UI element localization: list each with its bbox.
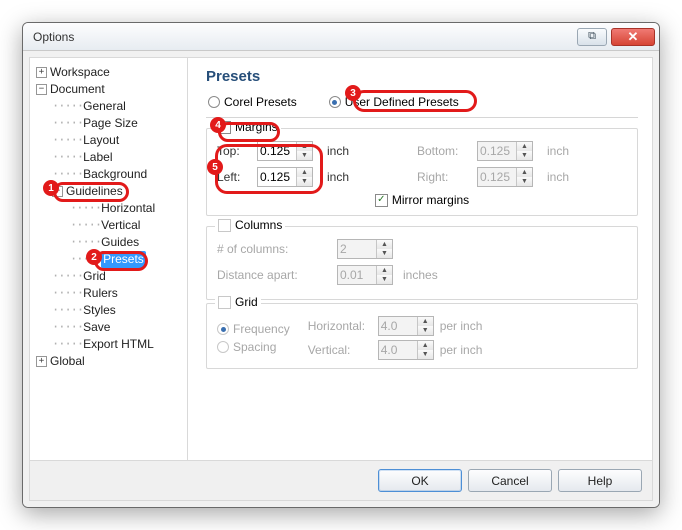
chevron-up-icon: ▲ [517,142,532,151]
label-bottom: Bottom: [417,144,477,158]
label-grid-horizontal: Horizontal: [308,319,372,333]
collapse-icon[interactable]: − [52,186,63,197]
chevron-down-icon: ▼ [377,275,392,284]
spinner-bottom: ▲▼ [477,141,533,161]
input-grid-horizontal [379,317,417,335]
input-top[interactable] [258,142,296,160]
tree-item-label[interactable]: Label [83,149,112,166]
close-window-button[interactable]: ✕ [611,28,655,46]
label-grid-vertical: Vertical: [308,343,372,357]
spinner-grid-vertical: ▲▼ [378,340,434,360]
label-distance-apart: Distance apart: [217,268,327,282]
label-num-columns: # of columns: [217,242,327,256]
input-grid-vertical [379,341,417,359]
tree-item-page-size[interactable]: Page Size [83,115,138,132]
input-distance-apart [338,266,376,284]
legend-grid: Grid [235,295,258,309]
tree-item-document[interactable]: Document [50,81,105,98]
chevron-up-icon[interactable]: ▲ [297,142,312,151]
checkbox-grid[interactable] [218,296,231,309]
options-dialog: Options ⧉ ✕ +Workspace −Document ·····Ge… [22,22,660,508]
spinner-right: ▲▼ [477,167,533,187]
dialog-footer: OK Cancel Help [30,460,652,500]
chevron-down-icon: ▼ [377,249,392,258]
chevron-up-icon: ▲ [377,240,392,249]
group-margins: Margins Top: ▲▼ inch Bottom: ▲▼ inch Lef… [206,128,638,216]
checkbox-columns[interactable] [218,219,231,232]
group-columns: Columns # of columns: ▲▼ Distance apart:… [206,226,638,300]
input-left[interactable] [258,168,296,186]
help-button[interactable]: Help [558,469,642,492]
chevron-down-icon[interactable]: ▼ [297,151,312,160]
radio-frequency: Frequency [217,322,290,336]
category-tree[interactable]: +Workspace −Document ·····General ·····P… [30,58,188,460]
legend-columns: Columns [235,218,282,232]
tree-item-layout[interactable]: Layout [83,132,119,149]
tree-item-global[interactable]: Global [50,353,85,370]
unit-inch: inch [327,170,357,184]
tree-item-workspace[interactable]: Workspace [50,64,110,81]
spinner-grid-horizontal: ▲▼ [378,316,434,336]
label-left: Left: [217,170,257,184]
chevron-up-icon[interactable]: ▲ [297,168,312,177]
content-pane: Presets Corel Presets User Defined Prese… [188,58,652,460]
tree-item-export-html[interactable]: Export HTML [83,336,154,353]
label-top: Top: [217,144,257,158]
collapse-icon[interactable]: − [36,84,47,95]
input-num-columns [338,240,376,258]
help-window-button[interactable]: ⧉ [577,28,607,46]
chevron-up-icon: ▲ [517,168,532,177]
input-bottom [478,142,516,160]
spinner-left[interactable]: ▲▼ [257,167,313,187]
window-title: Options [33,30,577,44]
unit-inches: inches [403,268,438,282]
checkbox-mirror-margins[interactable] [375,194,388,207]
cancel-button[interactable]: Cancel [468,469,552,492]
tree-item-guidelines[interactable]: Guidelines [66,183,123,200]
radio-corel-presets[interactable]: Corel Presets [208,95,297,109]
chevron-up-icon: ▲ [377,266,392,275]
radio-user-defined-presets[interactable]: User Defined Presets [329,95,459,109]
unit-inch: inch [327,144,357,158]
radio-spacing: Spacing [217,340,290,354]
unit-per-inch: per inch [440,343,483,357]
label-mirror-margins: Mirror margins [392,193,469,207]
spinner-num-columns: ▲▼ [337,239,393,259]
chevron-up-icon: ▲ [418,317,433,326]
tree-item-guides[interactable]: Guides [101,234,139,251]
page-title: Presets [206,68,638,85]
titlebar[interactable]: Options ⧉ ✕ [23,23,659,51]
input-right [478,168,516,186]
tree-item-background[interactable]: Background [83,166,147,183]
chevron-down-icon: ▼ [418,326,433,335]
chevron-up-icon: ▲ [418,341,433,350]
chevron-down-icon: ▼ [517,177,532,186]
unit-inch: inch [547,144,577,158]
tree-item-horizontal[interactable]: Horizontal [101,200,155,217]
tree-item-general[interactable]: General [83,98,126,115]
group-grid: Grid Frequency Spacing Horizontal: ▲▼ p [206,303,638,369]
chevron-down-icon: ▼ [517,151,532,160]
tree-item-vertical[interactable]: Vertical [101,217,140,234]
unit-per-inch: per inch [440,319,483,333]
tree-item-presets[interactable]: Presets [101,251,146,268]
label-right: Right: [417,170,477,184]
expand-icon[interactable]: + [36,356,47,367]
legend-margins: Margins [235,120,278,134]
ok-button[interactable]: OK [378,469,462,492]
spinner-top[interactable]: ▲▼ [257,141,313,161]
tree-item-styles[interactable]: Styles [83,302,116,319]
chevron-down-icon: ▼ [418,350,433,359]
tree-item-rulers[interactable]: Rulers [83,285,118,302]
checkbox-margins[interactable] [218,121,231,134]
tree-item-save[interactable]: Save [83,319,110,336]
expand-icon[interactable]: + [36,67,47,78]
chevron-down-icon[interactable]: ▼ [297,177,312,186]
unit-inch: inch [547,170,577,184]
spinner-distance-apart: ▲▼ [337,265,393,285]
tree-item-grid[interactable]: Grid [83,268,106,285]
